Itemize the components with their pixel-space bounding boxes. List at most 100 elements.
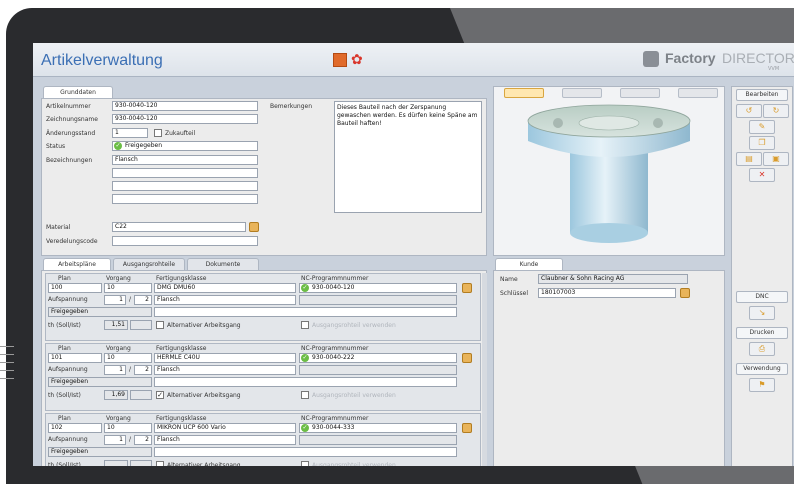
- kunde-name-field[interactable]: Claubner & Sohn Racing AG: [538, 274, 688, 284]
- label-fertigungsklasse: Fertigungsklasse: [156, 345, 207, 352]
- brand-text-strong: Factory: [665, 50, 716, 66]
- view-tab-2[interactable]: [562, 88, 602, 98]
- undo-icon[interactable]: ↺: [736, 104, 762, 118]
- nc-field[interactable]: 930-0044-333: [299, 423, 457, 433]
- edit-icon[interactable]: ✎: [749, 120, 775, 134]
- vorgang-field[interactable]: 10: [104, 353, 152, 363]
- nc-field[interactable]: 930-0040-120: [299, 283, 457, 293]
- comment-field[interactable]: [154, 377, 457, 387]
- label-th: th (Soll/Ist): [48, 392, 81, 399]
- zeichnungsname-field[interactable]: 930-0040-120: [112, 114, 258, 124]
- plan-group-102: Plan Vorgang Fertigungsklasse NC-Program…: [45, 413, 481, 466]
- veredelungscode-field[interactable]: [112, 236, 258, 246]
- tab-dokumente[interactable]: Dokumente: [187, 258, 259, 270]
- gear-icon[interactable]: ✿: [351, 53, 365, 67]
- copy-icon[interactable]: ❐: [749, 136, 775, 150]
- view-tab-4[interactable]: [678, 88, 718, 98]
- th-ist-field[interactable]: [130, 320, 152, 330]
- label-fertigungsklasse: Fertigungsklasse: [156, 275, 207, 282]
- bezeichnung-field[interactable]: Flansch: [154, 365, 296, 375]
- label-aufspannung: Aufspannung: [48, 296, 88, 303]
- alternativ-checkbox[interactable]: [156, 461, 164, 466]
- schluessel-field[interactable]: 180107003: [538, 288, 676, 298]
- bezeichnung-field-2[interactable]: [112, 168, 258, 178]
- aufspannung-von-field[interactable]: 2: [134, 435, 152, 445]
- save-icon[interactable]: ▣: [763, 152, 789, 166]
- label-bezeichnungen: Bezeichnungen: [46, 157, 93, 164]
- report-icon[interactable]: [333, 53, 347, 67]
- th-soll-field[interactable]: [104, 460, 128, 466]
- nc-extra-field[interactable]: [299, 365, 457, 375]
- label-plan: Plan: [58, 275, 71, 282]
- comment-field[interactable]: [154, 447, 457, 457]
- nc-extra-field[interactable]: [299, 435, 457, 445]
- fertigungsklasse-field[interactable]: DMG DMU60: [154, 283, 296, 293]
- artikelnummer-field[interactable]: 930-0040-120: [112, 101, 258, 111]
- plan-field[interactable]: 102: [48, 423, 102, 433]
- aufspannung-von-field[interactable]: 2: [134, 295, 152, 305]
- bezeichnung-field[interactable]: Flansch: [154, 435, 296, 445]
- view-tab-3[interactable]: [620, 88, 660, 98]
- alternativ-checkbox[interactable]: [156, 321, 164, 329]
- plan-field[interactable]: 100: [48, 283, 102, 293]
- status-field[interactable]: Freigegeben: [48, 377, 152, 387]
- dnc-header: DNC: [736, 291, 788, 303]
- material-field[interactable]: C22: [112, 222, 246, 232]
- plan-field[interactable]: 101: [48, 353, 102, 363]
- vorgang-field[interactable]: 10: [104, 423, 152, 433]
- comment-field[interactable]: [154, 307, 457, 317]
- app-title: Artikelverwaltung: [41, 52, 163, 69]
- vorgang-field[interactable]: 10: [104, 283, 152, 293]
- print-icon[interactable]: ⎙: [749, 342, 775, 356]
- delete-icon[interactable]: ✕: [749, 168, 775, 182]
- paste-icon[interactable]: ▤: [736, 152, 762, 166]
- tab-arbeitsplaene[interactable]: Arbeitspläne: [43, 258, 111, 270]
- ausgangsrohteil-label: Ausgangsrohteil verwenden: [312, 322, 396, 329]
- fertigungsklasse-field[interactable]: HERMLE C40U: [154, 353, 296, 363]
- bezeichnung-field-4[interactable]: [112, 194, 258, 204]
- ausgangsrohteil-checkbox[interactable]: [301, 391, 309, 399]
- th-ist-field[interactable]: [130, 390, 152, 400]
- tab-kunde[interactable]: Kunde: [495, 258, 563, 270]
- bezeichnung-field-1[interactable]: Flansch: [112, 155, 258, 165]
- status-field[interactable]: Freigegeben: [48, 307, 152, 317]
- material-picker-icon[interactable]: [249, 222, 259, 232]
- aufspannung-field[interactable]: 1: [104, 435, 126, 445]
- nc-picker-icon[interactable]: [462, 423, 472, 433]
- th-ist-field[interactable]: [130, 460, 152, 466]
- label-material: Material: [46, 224, 71, 231]
- th-soll-field[interactable]: 1,51: [104, 320, 128, 330]
- status-field[interactable]: Freigegeben: [112, 141, 258, 151]
- bemerkungen-textarea[interactable]: Dieses Bauteil nach der Zerspanung gewas…: [334, 101, 482, 213]
- fertigungsklasse-field[interactable]: MIKRON UCP 600 Vario: [154, 423, 296, 433]
- usage-icon[interactable]: ⚑: [749, 378, 775, 392]
- label-aufspannung: Aufspannung: [48, 366, 88, 373]
- bearbeiten-header: Bearbeiten: [736, 89, 788, 101]
- verwendung-header: Verwendung: [736, 363, 788, 375]
- aenderungsstand-field[interactable]: 1: [112, 128, 148, 138]
- nc-extra-field[interactable]: [299, 295, 457, 305]
- nc-field[interactable]: 930-0040-222: [299, 353, 457, 363]
- nc-picker-icon[interactable]: [462, 283, 472, 293]
- redo-icon[interactable]: ↻: [763, 104, 789, 118]
- ausgangsrohteil-checkbox[interactable]: [301, 461, 309, 466]
- aufspannung-field[interactable]: 1: [104, 365, 126, 375]
- aufspannung-field[interactable]: 1: [104, 295, 126, 305]
- view-tab-3d[interactable]: [504, 88, 544, 98]
- aufspannung-von-field[interactable]: 2: [134, 365, 152, 375]
- th-soll-field[interactable]: 1,69: [104, 390, 128, 400]
- check-icon: ✓: [301, 424, 309, 432]
- bezeichnung-field[interactable]: Flansch: [154, 295, 296, 305]
- kunde-picker-icon[interactable]: [680, 288, 690, 298]
- bezeichnung-field-3[interactable]: [112, 181, 258, 191]
- tab-ausgangsrohteile[interactable]: Ausgangsrohteile: [113, 258, 185, 270]
- zukaufteil-checkbox[interactable]: [154, 129, 162, 137]
- alternativ-checkbox[interactable]: ✓: [156, 391, 164, 399]
- part-3d-view[interactable]: [498, 101, 722, 253]
- ausgangsrohteil-checkbox[interactable]: [301, 321, 309, 329]
- nc-picker-icon[interactable]: [462, 353, 472, 363]
- tab-grunddaten[interactable]: Grunddaten: [43, 86, 113, 98]
- dnc-transfer-icon[interactable]: ↘: [749, 306, 775, 320]
- label-plan: Plan: [58, 345, 71, 352]
- status-field[interactable]: Freigegeben: [48, 447, 152, 457]
